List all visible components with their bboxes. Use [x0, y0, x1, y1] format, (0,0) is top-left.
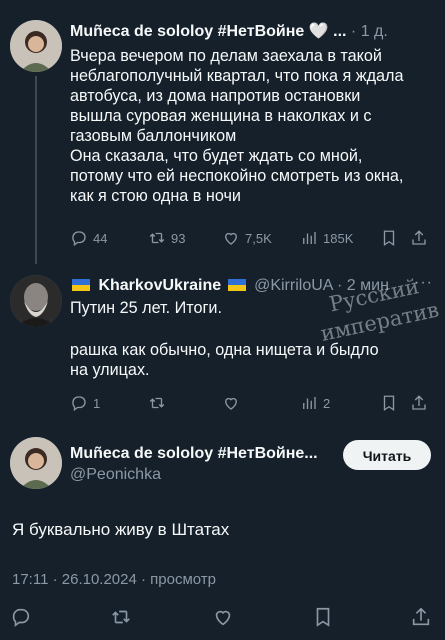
ukraine-flag-icon: [72, 279, 90, 291]
repost-button[interactable]: [148, 394, 166, 412]
views-count: 2: [323, 395, 331, 411]
reply-count: 1: [93, 395, 101, 411]
like-button[interactable]: 7,5K: [222, 229, 272, 247]
views-icon: [303, 397, 316, 409]
heart-icon[interactable]: [212, 606, 234, 628]
bookmark-button[interactable]: [380, 229, 398, 247]
like-count: 7,5K: [245, 230, 272, 246]
reply-icon: [72, 231, 86, 247]
repost-count: 93: [171, 230, 186, 246]
share-button[interactable]: [410, 229, 428, 247]
views-icon: [303, 232, 316, 244]
author-handle[interactable]: @KirriloUA: [254, 277, 332, 294]
tweet-actions: 44 93 7,5K 185K: [70, 229, 431, 249]
name-ellipsis: ...: [333, 23, 347, 40]
like-button[interactable]: [222, 394, 240, 412]
timestamp[interactable]: 1 д.: [361, 23, 388, 40]
avatar[interactable]: [10, 275, 62, 327]
text-line: рашка как обычно, одна нищета и быдло: [70, 341, 379, 359]
action-bar: [0, 600, 445, 640]
white-heart-emoji: 🤍: [308, 23, 329, 40]
avatar[interactable]: [10, 20, 62, 72]
text-line: газовым баллончиком: [70, 127, 237, 145]
tweet-text: Вчера вечером по делам заехала в такой н…: [70, 46, 431, 206]
reply-icon: [72, 396, 86, 412]
reply-count: 44: [93, 230, 108, 246]
text-line: Вчера вечером по делам заехала в такой: [70, 47, 382, 65]
text-line: на улицах.: [70, 361, 150, 379]
repost-icon: [149, 397, 165, 409]
author-header: Muñeca de sololoy #НетВойне...: [70, 443, 335, 465]
reply-button[interactable]: 1: [70, 394, 100, 412]
text-line: неблагополучный квартал, что пока я ждал…: [70, 67, 404, 85]
author-name[interactable]: KharkovUkraine: [98, 277, 221, 294]
share-button[interactable]: [410, 394, 428, 412]
views-button[interactable]: 2: [300, 394, 330, 412]
text-line: автобуса, из дома напротив остановки: [70, 87, 361, 105]
text-line: как я стою одна в ночи: [70, 187, 241, 205]
share-icon[interactable]: [410, 606, 432, 628]
tweet-text: Я буквально живу в Штатах: [12, 520, 230, 539]
bookmark-button[interactable]: [380, 394, 398, 412]
tweet-meta: 17:11 · 26.10.2024 · просмотр: [12, 571, 217, 588]
share-icon: [412, 230, 426, 245]
reply-button[interactable]: 44: [70, 229, 107, 247]
ukraine-flag-icon: [227, 279, 246, 291]
text-line: Она сказала, что будет ждать со мной,: [70, 147, 363, 165]
views-count: 185K: [323, 230, 354, 246]
bookmark-icon: [383, 230, 395, 247]
avatar[interactable]: [10, 437, 62, 489]
reply-icon[interactable]: [10, 606, 32, 628]
tweet-header: Muñeca de sololoy #НетВойне 🤍 ... · 1 д.: [70, 23, 388, 40]
heart-icon: [225, 232, 237, 245]
share-icon: [412, 395, 426, 410]
bookmark-icon[interactable]: [312, 606, 334, 628]
follow-button[interactable]: Читать: [343, 440, 431, 470]
tweet-actions: 1 2: [70, 394, 431, 414]
repost-button[interactable]: 93: [148, 229, 185, 247]
text-line: вышла суровая женщина в наколках и с: [70, 107, 372, 125]
repost-icon: [149, 232, 165, 244]
views-button[interactable]: 185K: [300, 229, 353, 247]
thread-line: [35, 76, 37, 264]
repost-icon[interactable]: [110, 606, 132, 628]
author-name[interactable]: Muñeca de sololoy #НетВойне...: [70, 445, 318, 462]
heart-icon: [225, 397, 237, 410]
bookmark-icon: [383, 395, 395, 412]
text-line: потому что ей неспокойно смотреть из окн…: [70, 167, 404, 185]
author-name[interactable]: Muñeca de sololoy #НетВойне: [70, 23, 304, 40]
